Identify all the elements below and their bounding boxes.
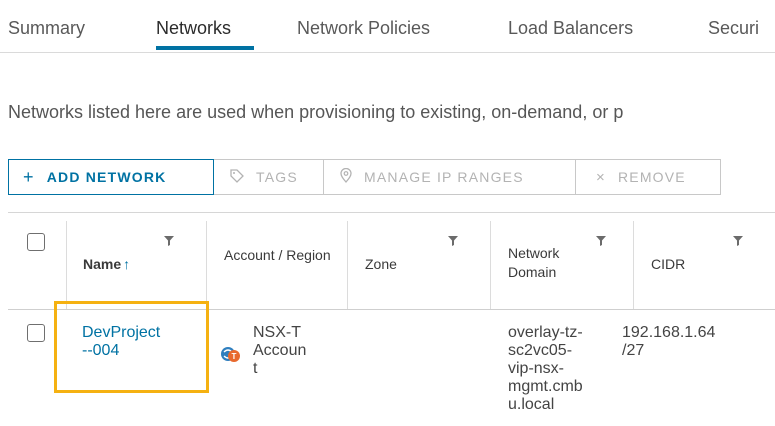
nsx-account-icon: T <box>221 347 240 362</box>
close-icon: × <box>596 168 606 186</box>
tags-label: TAGS <box>256 169 298 185</box>
sort-ascending-icon: ↑ <box>123 256 131 272</box>
add-network-label: ADD NETWORK <box>46 169 167 185</box>
select-all-checkbox[interactable] <box>27 233 45 251</box>
toolbar: + ADD NETWORK TAGS MANAGE IP RANGES × RE… <box>8 159 721 195</box>
tag-icon <box>230 168 244 186</box>
column-header-network-domain[interactable]: Network Domain <box>508 244 578 282</box>
column-divider <box>633 221 634 309</box>
filter-icon[interactable] <box>448 236 458 246</box>
filter-icon[interactable] <box>733 236 743 246</box>
column-header-zone[interactable]: Zone <box>365 255 397 274</box>
row-checkbox[interactable] <box>27 324 45 342</box>
remove-label: REMOVE <box>617 169 686 185</box>
cidr-cell: 192.168.1.64 /27 <box>622 324 716 359</box>
column-divider <box>347 221 348 309</box>
column-header-cidr[interactable]: CIDR <box>651 255 685 274</box>
network-domain-cell: overlay-tz- sc2vc05- vip-nsx- mgmt.cmb u… <box>508 324 583 413</box>
column-header-name-label: Name <box>83 256 122 272</box>
filter-icon[interactable] <box>596 236 606 246</box>
column-divider <box>206 221 207 309</box>
column-divider <box>490 221 491 309</box>
column-header-name[interactable]: Name ↑ <box>83 255 130 274</box>
manage-ip-ranges-label: MANAGE IP RANGES <box>364 169 524 185</box>
filter-icon[interactable] <box>164 236 174 246</box>
manage-ip-ranges-button[interactable]: MANAGE IP RANGES <box>324 159 576 195</box>
tab-load-balancers[interactable]: Load Balancers <box>508 17 633 39</box>
account-region-cell: NSX-T Accoun t <box>253 324 307 377</box>
remove-button[interactable]: × REMOVE <box>576 159 721 195</box>
plus-icon: + <box>23 166 35 187</box>
networks-page: Summary Networks Network Policies Load B… <box>0 0 775 426</box>
location-pin-icon <box>340 167 352 186</box>
tab-security[interactable]: Securi <box>708 17 759 39</box>
column-divider <box>66 221 67 309</box>
column-header-account-region[interactable]: Account / Region <box>224 246 334 265</box>
active-tab-indicator <box>156 46 254 50</box>
page-description: Networks listed here are used when provi… <box>8 102 624 122</box>
tab-summary[interactable]: Summary <box>8 17 85 39</box>
add-network-button[interactable]: + ADD NETWORK <box>8 159 214 195</box>
tab-networks[interactable]: Networks <box>156 17 231 39</box>
highlight-annotation <box>54 301 209 393</box>
svg-text:T: T <box>232 352 237 361</box>
tags-button[interactable]: TAGS <box>214 159 324 195</box>
tab-network-policies[interactable]: Network Policies <box>297 17 430 39</box>
tab-bar: Summary Networks Network Policies Load B… <box>0 0 775 53</box>
